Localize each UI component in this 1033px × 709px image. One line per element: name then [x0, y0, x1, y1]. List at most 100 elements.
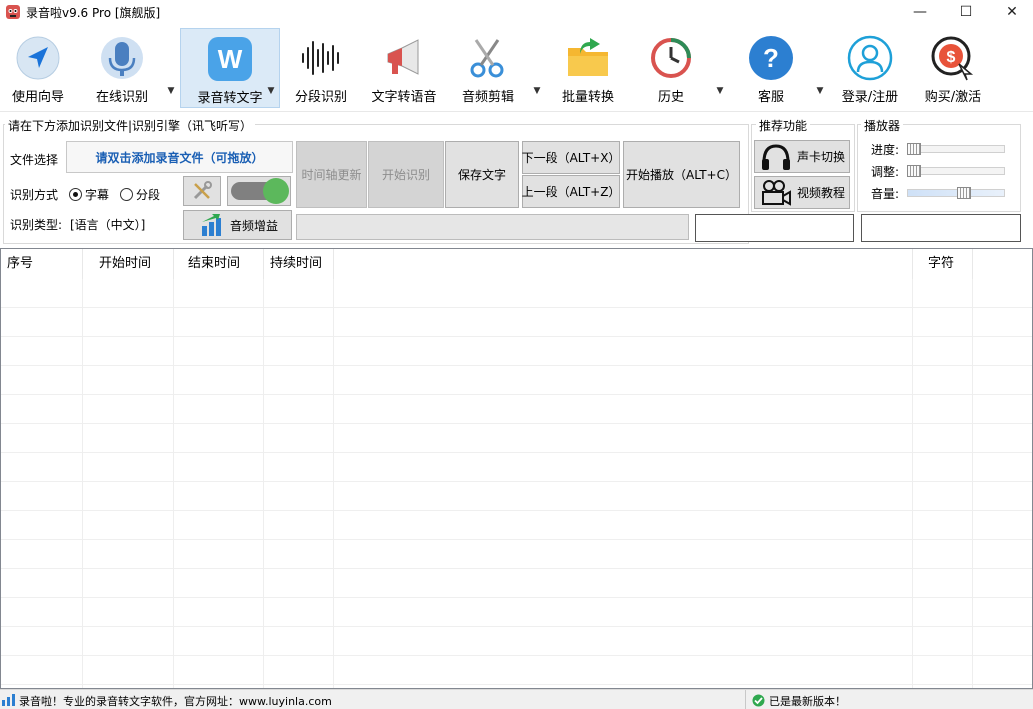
sound-card-label: 声卡切换	[797, 150, 846, 164]
adjust-slider-thumb[interactable]	[907, 165, 921, 177]
window-title: 录音啦v9.6 Pro [旗舰版]	[26, 6, 161, 20]
settings-tools-button[interactable]	[183, 176, 221, 206]
table-row[interactable]	[1, 511, 1032, 540]
table-row[interactable]	[1, 337, 1032, 366]
toolbar-label: 登录/注册	[841, 90, 899, 105]
toolbar-label: 批量转换	[561, 90, 614, 105]
table-row[interactable]	[1, 366, 1032, 395]
navigation-arrow-icon	[16, 36, 60, 80]
toolbar-login-register-button[interactable]: 登录/注册	[834, 28, 906, 108]
table-row[interactable]	[1, 395, 1032, 424]
recognition-mode-label: 识别方式	[10, 188, 59, 202]
timeline-update-button[interactable]: 时间轴更新	[296, 141, 367, 208]
status-message: 录音啦！专业的录音转文字软件，官方网址：www.luyinla.com	[19, 695, 332, 708]
help-question-icon: ?	[749, 36, 793, 80]
mode-option-segment[interactable]: 分段	[120, 186, 160, 203]
column-divider	[972, 279, 973, 688]
w-letter-icon: W	[208, 37, 252, 81]
chevron-down-icon[interactable]: ▼	[532, 86, 542, 96]
toolbar-audio-to-text-button[interactable]: W 录音转文字	[180, 28, 280, 108]
video-tutorial-label: 视频教程	[797, 186, 846, 200]
status-divider	[745, 690, 746, 709]
version-status: 已是最新版本！	[769, 695, 846, 708]
column-header-duration[interactable]: 持续时间	[264, 249, 334, 279]
toolbar-batch-convert-button[interactable]: 批量转换	[550, 28, 626, 108]
video-tutorial-button[interactable]: 视频教程	[754, 176, 850, 209]
close-button[interactable]: ✕	[989, 0, 1033, 24]
toolbar-audio-clip-button[interactable]: 音频剪辑	[452, 28, 524, 108]
radio-checked-icon[interactable]	[69, 188, 82, 201]
player-group-title: 播放器	[861, 117, 904, 134]
column-header-characters[interactable]: 字符	[913, 249, 973, 279]
toggle-track	[231, 178, 289, 204]
main-toolbar: 使用向导 在线识别 ▼ W 录音转文字 ▼ 分段识别 文字转语音 音频剪辑 ▼ …	[0, 24, 1033, 112]
add-file-button[interactable]: 请双击添加录音文件（可拖放）	[66, 141, 293, 173]
folder-icon	[568, 38, 608, 76]
column-header-index[interactable]: 序号	[1, 249, 83, 279]
toolbar-label: 录音转文字	[197, 91, 263, 106]
table-row[interactable]	[1, 453, 1032, 482]
toolbar-label: 分段识别	[294, 90, 347, 105]
volume-label: 音量:	[871, 187, 900, 201]
sound-card-switch-button[interactable]: 声卡切换	[754, 140, 850, 173]
save-text-button[interactable]: 保存文字	[445, 141, 519, 208]
toolbar-text-to-speech-button[interactable]: 文字转语音	[364, 28, 444, 108]
waveform-icon	[302, 41, 339, 75]
result-table[interactable]: 序号 开始时间 结束时间 持续时间 字符	[0, 248, 1033, 689]
toolbar-buy-activate-button[interactable]: $ 购买/激活	[916, 28, 990, 108]
toggle-switch[interactable]	[227, 176, 291, 206]
dollar-coin-icon: $	[931, 36, 974, 81]
adjust-slider-track[interactable]	[907, 167, 1005, 175]
table-row[interactable]	[1, 308, 1032, 337]
progress-bar	[296, 214, 689, 240]
toggle-knob	[263, 178, 289, 204]
file-select-label: 文件选择	[10, 153, 59, 167]
volume-slider-thumb[interactable]	[957, 187, 972, 199]
info-box-left	[695, 214, 854, 242]
volume-slider-track[interactable]	[907, 189, 1005, 197]
table-row[interactable]	[1, 279, 1032, 308]
table-row[interactable]	[1, 656, 1032, 685]
audio-gain-button[interactable]: 音频增益	[183, 210, 292, 240]
table-row[interactable]	[1, 569, 1032, 598]
column-header-end-time[interactable]: 结束时间	[174, 249, 264, 279]
clock-history-icon	[651, 38, 691, 78]
chevron-down-icon[interactable]: ▼	[166, 86, 176, 96]
start-playback-button[interactable]: 开始播放（ALT+C）	[623, 141, 740, 208]
status-bar: 录音啦！专业的录音转文字软件，官方网址：www.luyinla.com 已是最新…	[0, 689, 1033, 709]
toolbar-online-recognition-button[interactable]: 在线识别	[86, 28, 158, 108]
maximize-button[interactable]: ☐	[943, 0, 989, 24]
adjust-label: 调整:	[871, 165, 900, 179]
toolbar-history-button[interactable]: 历史	[638, 28, 704, 108]
tools-icon	[193, 181, 212, 200]
radio-unchecked-icon[interactable]	[120, 188, 133, 201]
column-divider	[173, 279, 174, 688]
progress-slider-track[interactable]	[907, 145, 1005, 153]
video-camera-icon	[762, 179, 791, 206]
table-row[interactable]	[1, 627, 1032, 656]
toolbar-label: 使用向导	[11, 90, 64, 105]
table-row[interactable]	[1, 424, 1032, 453]
chevron-down-icon[interactable]: ▼	[715, 86, 725, 96]
start-recognition-button[interactable]: 开始识别	[368, 141, 444, 208]
column-header-text[interactable]	[334, 249, 913, 279]
next-segment-button[interactable]: 下一段（ALT+X）	[522, 141, 620, 174]
previous-segment-button[interactable]: 上一段（ALT+Z）	[522, 175, 620, 208]
chevron-down-icon[interactable]: ▼	[266, 86, 276, 96]
megaphone-icon	[387, 39, 419, 75]
column-header-start-time[interactable]: 开始时间	[83, 249, 174, 279]
svg-text:?: ?	[763, 43, 779, 73]
table-row[interactable]	[1, 598, 1032, 627]
minimize-button[interactable]: —	[897, 0, 943, 24]
toolbar-guide-button[interactable]: 使用向导	[2, 28, 74, 108]
progress-slider-thumb[interactable]	[907, 143, 921, 155]
mode-option-subtitle[interactable]: 字幕	[69, 186, 109, 203]
toolbar-label: 音频剪辑	[461, 90, 514, 105]
svg-text:$: $	[947, 49, 956, 66]
toolbar-support-button[interactable]: ? 客服	[736, 28, 806, 108]
chevron-down-icon[interactable]: ▼	[815, 86, 825, 96]
table-row[interactable]	[1, 540, 1032, 569]
toolbar-segment-recognition-button[interactable]: 分段识别	[284, 28, 358, 108]
toolbar-label: 文字转语音	[371, 90, 437, 105]
table-row[interactable]	[1, 482, 1032, 511]
